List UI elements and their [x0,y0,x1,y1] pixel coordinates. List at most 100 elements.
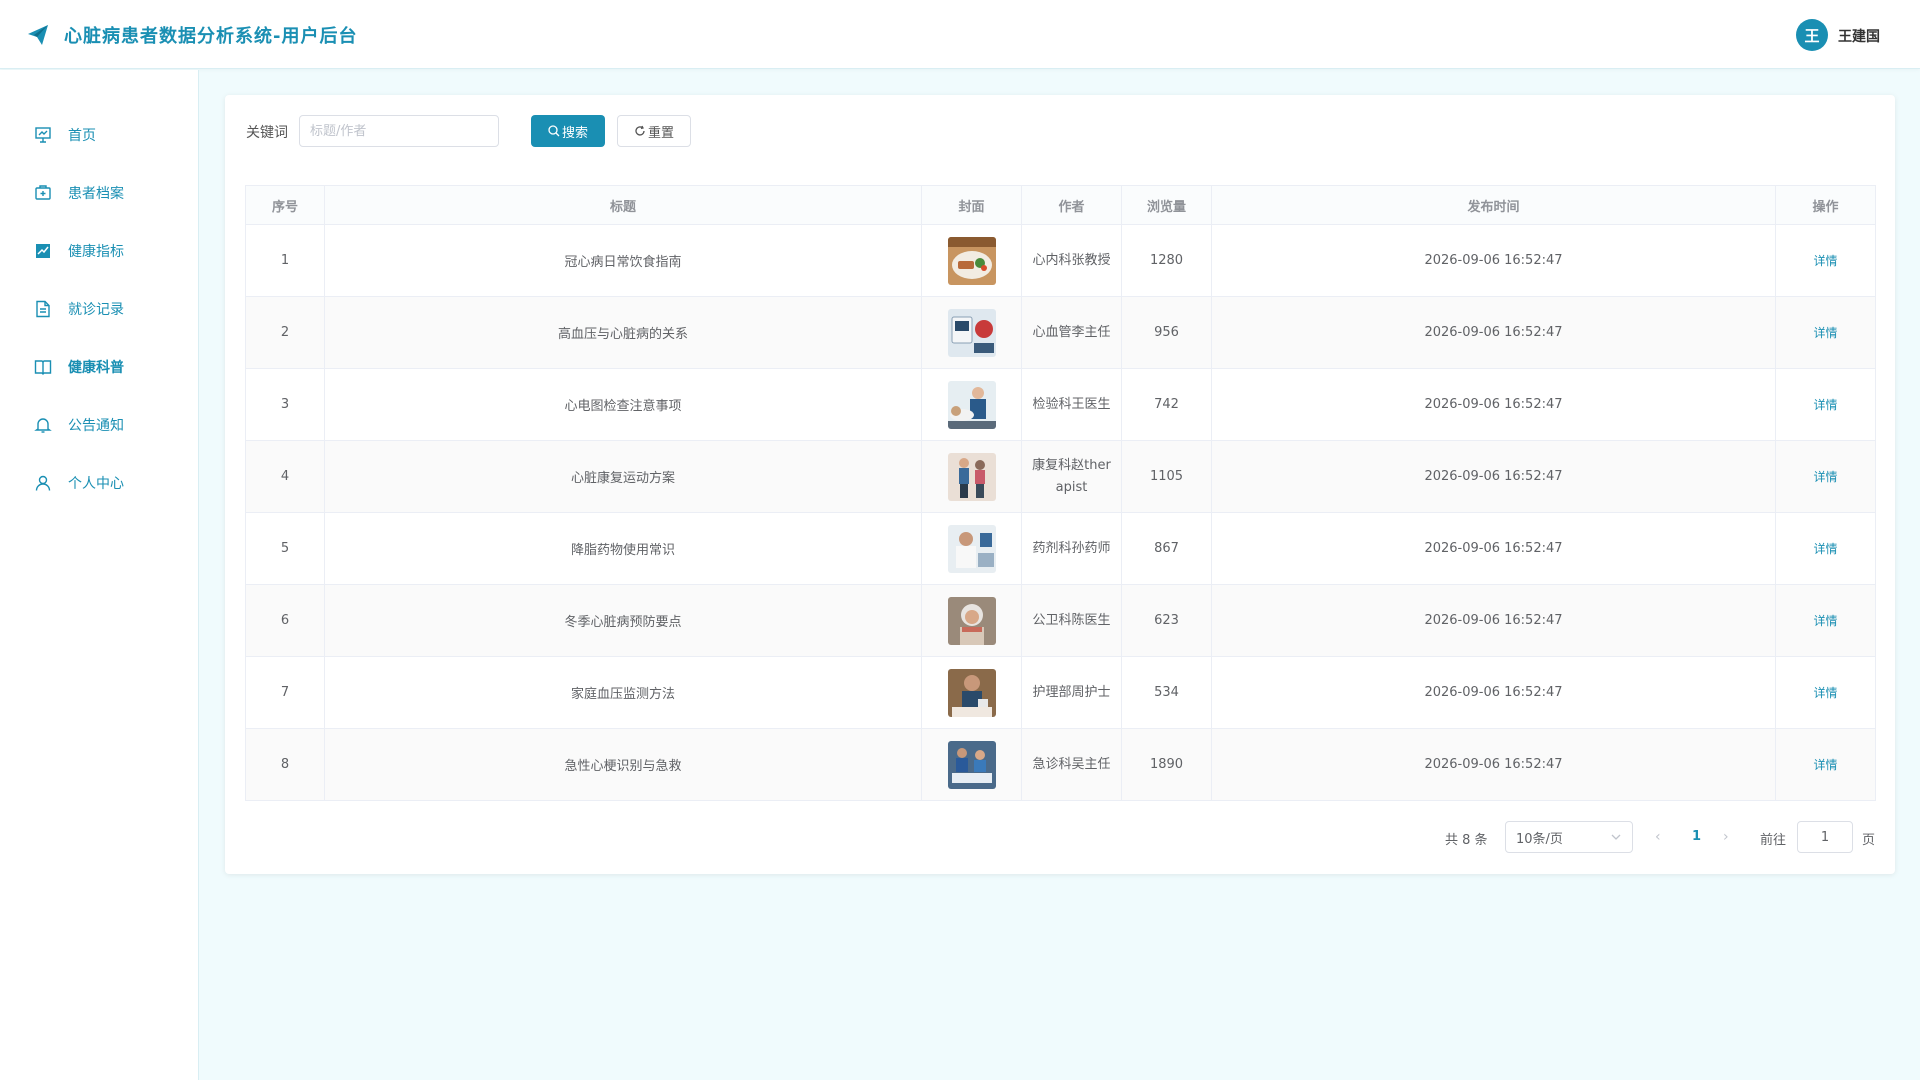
row-title: 高血压与心脏病的关系 [324,296,922,369]
winter-cover-image[interactable] [947,596,996,645]
row-author: 检验科王医生 [1021,368,1122,441]
chevron-down-icon [1611,834,1621,840]
column-header-index: 序号 [245,185,325,225]
presentation-chart-icon [35,127,51,143]
pagination-total: 共 8 条 [1445,833,1488,848]
row-title: 急性心梗识别与急救 [324,728,922,801]
table-row: 6 冬季心脏病预防要点 公卫科陈医生 623 2026-09-06 16:52:… [245,584,1876,657]
row-index: 2 [245,296,325,369]
emergency-cover-image[interactable] [947,740,996,789]
row-author: 心血管李主任 [1021,296,1122,369]
detail-link[interactable]: 详情 [1813,686,1837,700]
sidebar-item-health-metrics[interactable]: 健康指标 [0,231,199,271]
row-index: 3 [245,368,325,441]
row-author: 公卫科陈医生 [1021,584,1122,657]
column-header-cover: 封面 [921,185,1022,225]
app-title: 心脏病患者数据分析系统-用户后台 [64,26,358,47]
row-author: 护理部周护士 [1021,656,1122,729]
column-header-time: 发布时间 [1211,185,1776,225]
sidebar-item-label: 首页 [68,128,96,144]
top-header: 心脏病患者数据分析系统-用户后台 王 王建国 [0,0,1920,69]
row-views: 1105 [1121,440,1212,513]
table-row: 8 急性心梗识别与急救 急诊科吴主任 1890 2026-09-06 16:52… [245,728,1876,801]
refresh-icon [635,125,645,136]
row-time: 2026-09-06 16:52:47 [1211,368,1776,441]
row-title: 心脏康复运动方案 [324,440,922,513]
blood-pressure-cover-image[interactable] [947,308,996,357]
page-size-value: 10条/页 [1516,831,1563,847]
reset-button-label: 重置 [647,125,674,141]
sidebar-item-patient-files[interactable]: 患者档案 [0,173,199,213]
sidebar-item-profile[interactable]: 个人中心 [0,463,199,503]
row-index: 7 [245,656,325,729]
page-suffix-label: 页 [1862,833,1876,848]
column-header-author: 作者 [1021,185,1122,225]
row-author: 康复科赵therapist [1021,440,1122,513]
sidebar-item-label: 公告通知 [68,418,124,434]
chevron-right-icon[interactable]: › [1723,829,1729,845]
goto-page-input[interactable] [1797,821,1853,853]
column-header-title: 标题 [324,185,922,225]
search-input[interactable] [299,115,499,147]
detail-link[interactable]: 详情 [1813,254,1837,268]
detail-link[interactable]: 详情 [1813,758,1837,772]
detail-link[interactable]: 详情 [1813,470,1837,484]
table-row: 7 家庭血压监测方法 护理部周护士 534 2026-09-06 16:52:4… [245,656,1876,729]
row-title: 家庭血压监测方法 [324,656,922,729]
sidebar-item-health-education[interactable]: 健康科普 [0,347,199,387]
search-button[interactable]: 搜索 [531,115,605,147]
sidebar-item-label: 就诊记录 [68,302,124,318]
avatar[interactable]: 王 [1796,19,1828,51]
document-icon [36,300,50,318]
row-index: 8 [245,728,325,801]
detail-link[interactable]: 详情 [1813,614,1837,628]
sidebar-item-visit-records[interactable]: 就诊记录 [0,289,199,329]
row-views: 1890 [1121,728,1212,801]
user-icon [35,475,51,491]
content-card: 关键词 搜索 重置 序号 标题 封面 作者 浏览量 发布时间 操作 [225,95,1895,874]
detail-link[interactable]: 详情 [1813,398,1837,412]
row-time: 2026-09-06 16:52:47 [1211,440,1776,513]
food-cover-image[interactable] [947,236,996,285]
home-bp-cover-image[interactable] [947,668,996,717]
sidebar-item-home[interactable]: 首页 [0,115,199,155]
sidebar-item-announcements[interactable]: 公告通知 [0,405,199,445]
medical-kit-icon [35,185,51,200]
detail-link[interactable]: 详情 [1813,542,1837,556]
row-views: 956 [1121,296,1212,369]
row-author: 心内科张教授 [1021,224,1122,297]
table-row: 2 高血压与心脏病的关系 心血管李主任 956 2026-09-06 16:52… [245,296,1876,369]
table-row: 5 降脂药物使用常识 药剂科孙药师 867 2026-09-06 16:52:4… [245,512,1876,585]
paper-plane-icon [28,25,48,45]
row-title: 降脂药物使用常识 [324,512,922,585]
column-header-action: 操作 [1775,185,1876,225]
chevron-left-icon[interactable]: ‹ [1655,829,1661,845]
row-time: 2026-09-06 16:52:47 [1211,512,1776,585]
sidebar: 首页 患者档案 健康指标 就诊记录 健康科普 公告通知 个人中心 [0,70,199,1080]
detail-link[interactable]: 详情 [1813,326,1837,340]
page-number-current[interactable]: 1 [1692,829,1701,844]
open-book-icon [34,360,52,375]
user-name[interactable]: 王建国 [1838,26,1880,46]
reset-button[interactable]: 重置 [617,115,691,147]
row-title: 冬季心脏病预防要点 [324,584,922,657]
page-size-select[interactable]: 10条/页 [1505,821,1633,853]
row-time: 2026-09-06 16:52:47 [1211,656,1776,729]
search-icon [548,125,560,137]
row-views: 623 [1121,584,1212,657]
pharmacist-cover-image[interactable] [947,524,996,573]
goto-label: 前往 [1760,833,1787,848]
row-time: 2026-09-06 16:52:47 [1211,296,1776,369]
row-index: 6 [245,584,325,657]
sidebar-item-label: 健康科普 [68,360,124,376]
ecg-cover-image[interactable] [947,380,996,429]
row-index: 1 [245,224,325,297]
row-time: 2026-09-06 16:52:47 [1211,224,1776,297]
rehab-cover-image[interactable] [947,452,996,501]
row-views: 534 [1121,656,1212,729]
table-row: 3 心电图检查注意事项 检验科王医生 742 2026-09-06 16:52:… [245,368,1876,441]
row-time: 2026-09-06 16:52:47 [1211,728,1776,801]
search-button-label: 搜索 [561,125,588,141]
row-title: 冠心病日常饮食指南 [324,224,922,297]
sidebar-item-label: 健康指标 [68,244,124,260]
